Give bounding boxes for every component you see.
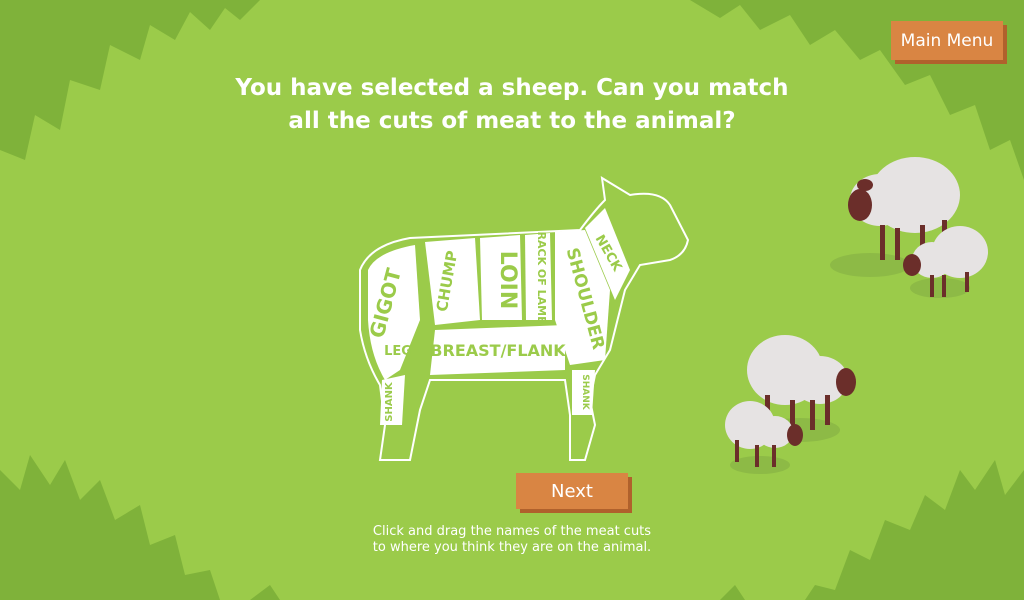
sheep-flock (725, 157, 988, 474)
instructions-line-1: Click and drag the names of the meat cut… (372, 524, 652, 539)
title-line-2: all the cuts of meat to the animal? (288, 108, 736, 134)
main-menu-button[interactable]: Main Menu (891, 21, 1003, 60)
title-line-1: You have selected a sheep. Can you match (235, 75, 789, 101)
next-button[interactable]: Next (516, 473, 628, 509)
sheep-cuts-diagram: GIGOT LEG CHUMP LOIN RACK OF LAMB SHOULD… (359, 176, 690, 461)
drag-instructions: Click and drag the names of the meat cut… (300, 524, 724, 556)
instruction-title: You have selected a sheep. Can you match… (200, 72, 824, 138)
instructions-line-2: to where you think they are on the anima… (372, 540, 652, 555)
cut-label-rack: RACK OF LAMB (535, 232, 548, 325)
cut-label-shank-front: SHANK (580, 374, 590, 411)
cut-label-breast: BREAST/FLANK (430, 341, 566, 360)
cut-label-loin: LOIN (495, 251, 520, 310)
sheep-icon (903, 226, 988, 298)
cut-label-leg: LEG (384, 344, 412, 359)
game-stage: You have selected a sheep. Can you match… (0, 0, 1024, 600)
cut-label-shank-rear: SHANK (384, 381, 395, 422)
